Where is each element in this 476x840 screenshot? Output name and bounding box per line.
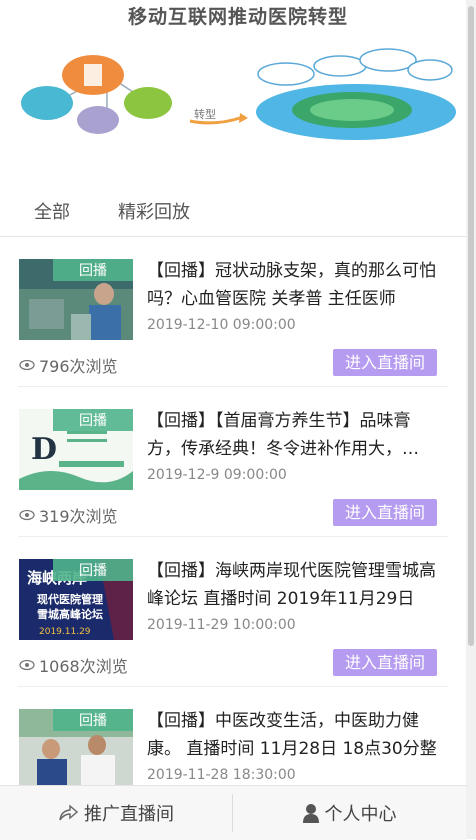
thumbnail[interactable]: D 回播: [19, 409, 133, 490]
list-item[interactable]: D 回播 【回播】【首届膏方养生节】品味膏方，传承经典！冬令进补作用大，… 20…: [0, 387, 466, 537]
item-title[interactable]: 【回播】海峡两岸现代医院管理雪城高峰论坛 直播时间 2019年11月29日: [147, 557, 443, 613]
replay-badge: 回播: [53, 409, 133, 431]
view-count-label: 796次浏览: [39, 357, 118, 376]
item-date: 2019-12-10 09:00:00: [147, 317, 296, 333]
replay-badge: 回播: [53, 259, 133, 281]
promote-live-label: 推广直播间: [84, 804, 174, 825]
item-date: 2019-11-29 10:00:00: [147, 617, 296, 633]
scrollbar[interactable]: [466, 0, 476, 839]
poster-text: 2019.11.29: [39, 627, 91, 637]
user-icon: [302, 804, 319, 823]
profile-button[interactable]: 个人中心: [233, 786, 466, 840]
enter-live-button[interactable]: 进入直播间: [333, 649, 437, 676]
scrollbar-thumb[interactable]: [468, 6, 474, 646]
item-title[interactable]: 【回播】【首届膏方养生节】品味膏方，传承经典！冬令进补作用大，…: [147, 407, 443, 463]
view-count: 319次浏览: [19, 503, 118, 527]
tab-bar: 全部 精彩回放: [0, 178, 476, 237]
view-count-label: 1068次浏览: [39, 657, 128, 676]
item-date: 2019-12-9 09:00:00: [147, 467, 287, 483]
eye-icon: [19, 509, 35, 521]
list-item[interactable]: 海峡两岸 现代医院管理 雪城高峰论坛 2019.11.29 回播 【回播】海峡两…: [0, 537, 466, 687]
eye-icon: [19, 659, 35, 671]
thumbnail[interactable]: 回播: [19, 259, 133, 340]
tab-replay[interactable]: 精彩回放: [118, 198, 190, 224]
poster-text: 现代医院管理: [37, 592, 103, 606]
item-date: 2019-11-28 18:30:00: [147, 767, 296, 783]
view-count: 1068次浏览: [19, 653, 128, 677]
svg-text:D: D: [31, 432, 57, 467]
banner-diagram: 转型: [21, 48, 456, 140]
replay-badge: 回播: [53, 709, 133, 731]
enter-live-button[interactable]: 进入直播间: [333, 349, 437, 376]
thumbnail[interactable]: 海峡两岸 现代医院管理 雪城高峰论坛 2019.11.29 回播: [19, 559, 133, 640]
svg-text:转型: 转型: [194, 107, 216, 121]
poster-text: 雪城高峰论坛: [37, 607, 103, 621]
item-title[interactable]: 【回播】中医改变生活，中医助力健康。 直播时间 11月28日 18点30分整: [147, 707, 443, 763]
banner[interactable]: 移动互联网推动医院转型 转型: [0, 0, 476, 178]
share-icon: [59, 804, 78, 821]
item-title[interactable]: 【回播】冠状动脉支架，真的那么可怕吗？心血管医院 关孝普 主任医师: [147, 257, 443, 313]
replay-badge: 回播: [53, 559, 133, 581]
eye-icon: [19, 359, 35, 371]
thumbnail[interactable]: 回播: [19, 709, 133, 790]
enter-live-button[interactable]: 进入直播间: [333, 499, 437, 526]
profile-label: 个人中心: [324, 804, 397, 825]
bottom-nav: 推广直播间 个人中心: [0, 785, 466, 840]
view-count: 796次浏览: [19, 353, 118, 377]
tab-all[interactable]: 全部: [34, 198, 70, 224]
view-count-label: 319次浏览: [39, 507, 118, 526]
promote-live-button[interactable]: 推广直播间: [0, 786, 232, 840]
list-item[interactable]: 回播 【回播】冠状动脉支架，真的那么可怕吗？心血管医院 关孝普 主任医师 201…: [0, 237, 466, 387]
